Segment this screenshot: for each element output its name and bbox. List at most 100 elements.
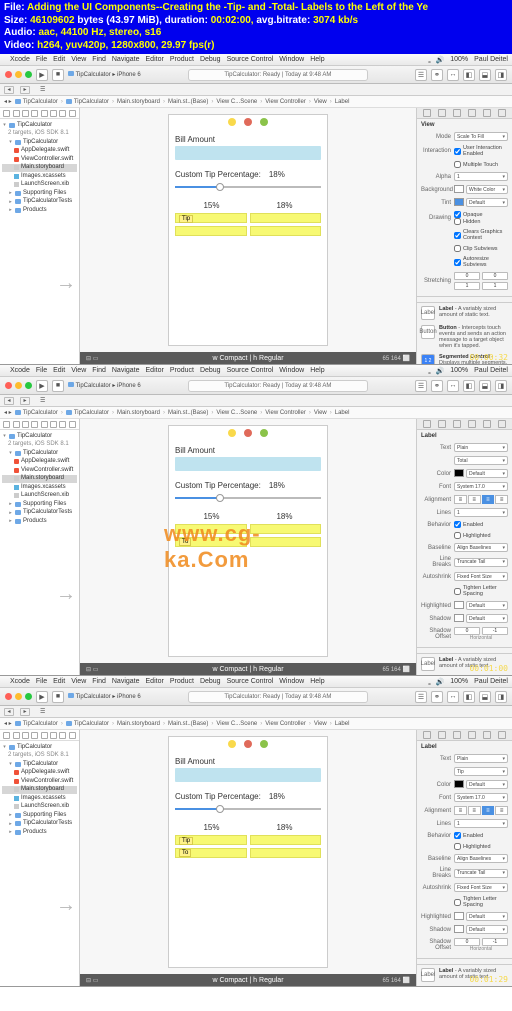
menu-view[interactable]: View (71, 367, 86, 374)
menu-debug[interactable]: Debug (200, 367, 221, 374)
tip-slider-thumb[interactable] (216, 805, 224, 813)
tab-outline[interactable]: ☰ (36, 395, 49, 406)
run-button[interactable]: ▶ (36, 69, 48, 81)
menu-edit[interactable]: Edit (53, 678, 65, 685)
interface-builder-canvas[interactable]: → Bill Amount Custom Tip Percentage: 18% (80, 108, 416, 364)
tip-tag-label[interactable]: Tip (179, 215, 193, 223)
menu-window[interactable]: Window (279, 367, 304, 374)
menu-window[interactable]: Window (279, 56, 304, 63)
bill-amount-field[interactable] (175, 768, 321, 782)
breadcrumb[interactable]: ◂ ▸ TipCalculator› TipCalculator› Main.s… (0, 96, 512, 108)
menu-file[interactable]: File (36, 367, 47, 374)
text-style-select[interactable]: Plain (454, 443, 508, 452)
text-value-field[interactable]: Tip (454, 767, 508, 776)
editor-standard-button[interactable]: ☰ (415, 380, 427, 392)
bill-amount-field[interactable] (175, 457, 321, 471)
alignment-control[interactable]: ≡≡≡≡ (454, 495, 508, 504)
inspector-panel[interactable]: Label TextPlain Total ColorDefault FontS… (416, 419, 512, 675)
window-controls[interactable] (5, 382, 32, 389)
menu-help[interactable]: Help (310, 678, 324, 685)
scheme-select[interactable]: TipCalculator ▸ iPhone 6 (68, 693, 141, 700)
nav-fwd-button[interactable]: ▸ (20, 86, 30, 94)
inspector-selector[interactable] (417, 108, 512, 119)
inspector-selector[interactable] (417, 419, 512, 430)
project-navigator[interactable]: ▾TipCalculator 2 targets, iOS SDK 8.1 ▾T… (0, 419, 80, 675)
menu-xcode[interactable]: Xcode (10, 367, 30, 374)
nav-back-button[interactable]: ◂ (4, 397, 14, 405)
editor-standard-button[interactable]: ☰ (415, 691, 427, 703)
menu-help[interactable]: Help (310, 367, 324, 374)
text-style-select[interactable]: Plain (454, 754, 508, 763)
editor-assist-button[interactable]: ⚭ (431, 69, 443, 81)
tip-label-18[interactable] (250, 835, 322, 845)
color-swatch[interactable] (454, 469, 464, 477)
pane-left-button[interactable]: ◧ (463, 691, 475, 703)
menu-help[interactable]: Help (310, 56, 324, 63)
tip-label-15[interactable] (175, 524, 247, 534)
breadcrumb[interactable]: ◂ ▸ TipCalculator› TipCalculator› Main.s… (0, 718, 512, 730)
pane-left-button[interactable]: ◧ (463, 69, 475, 81)
menu-find[interactable]: Find (92, 678, 106, 685)
interface-builder-canvas[interactable]: → Bill Amount Custom Tip Percentage: 18% (80, 730, 416, 986)
menu-navigate[interactable]: Navigate (112, 367, 140, 374)
menu-sc[interactable]: Source Control (227, 678, 274, 685)
nav-fwd-button[interactable]: ▸ (20, 708, 30, 716)
menu-xcode[interactable]: Xcode (10, 678, 30, 685)
nav-back-button[interactable]: ◂ (4, 708, 14, 716)
stop-button[interactable]: ■ (52, 380, 64, 392)
tip-label-18[interactable] (250, 524, 322, 534)
breadcrumb[interactable]: ◂ ▸ TipCalculator› TipCalculator› Main.s… (0, 407, 512, 419)
pane-left-button[interactable]: ◧ (463, 380, 475, 392)
window-controls[interactable] (5, 693, 32, 700)
pane-right-button[interactable]: ◨ (495, 69, 507, 81)
menu-editor[interactable]: Editor (146, 367, 164, 374)
menu-product[interactable]: Product (170, 678, 194, 685)
run-button[interactable]: ▶ (36, 691, 48, 703)
menu-navigate[interactable]: Navigate (112, 56, 140, 63)
nav-fwd-button[interactable]: ▸ (20, 397, 30, 405)
pane-right-button[interactable]: ◨ (495, 691, 507, 703)
project-navigator[interactable]: ▾TipCalculator 2 targets, iOS SDK 8.1 ▾T… (0, 730, 80, 986)
device-preview[interactable]: Bill Amount Custom Tip Percentage: 18% 1… (168, 736, 328, 968)
total-label-15[interactable] (175, 226, 247, 236)
constraint-controls[interactable]: 65 164 ⬜ (383, 977, 411, 984)
zoom-controls[interactable]: ⊟ ▭ (86, 355, 98, 362)
tab-outline[interactable]: ☰ (36, 84, 49, 95)
menu-navigate[interactable]: Navigate (112, 678, 140, 685)
editor-standard-button[interactable]: ☰ (415, 69, 427, 81)
tab-outline[interactable]: ☰ (36, 706, 49, 717)
menu-sc[interactable]: Source Control (227, 367, 274, 374)
mode-select[interactable]: Scale To Fill (454, 132, 508, 141)
navigator-selector[interactable] (0, 108, 79, 119)
multitouch-check[interactable] (454, 161, 461, 168)
stop-button[interactable]: ■ (52, 69, 64, 81)
lines-stepper[interactable]: 1 (454, 819, 508, 828)
device-preview[interactable]: Bill Amount Custom Tip Percentage: 18% 1… (168, 114, 328, 346)
menu-file[interactable]: File (36, 56, 47, 63)
menu-edit[interactable]: Edit (53, 367, 65, 374)
menu-xcode[interactable]: Xcode (10, 56, 30, 63)
bill-amount-field[interactable] (175, 146, 321, 160)
pane-right-button[interactable]: ◨ (495, 380, 507, 392)
pane-bottom-button[interactable]: ⬓ (479, 69, 491, 81)
font-select[interactable]: System 17.0 (454, 793, 508, 802)
interface-builder-canvas[interactable]: → Bill Amount Custom Tip Percentage: 18% (80, 419, 416, 675)
nav-back-button[interactable]: ◂ (4, 86, 14, 94)
tint-swatch[interactable] (454, 198, 464, 206)
scheme-select[interactable]: TipCalculator ▸ iPhone 6 (68, 71, 141, 78)
inspector-panel[interactable]: Label TextPlain Tip ColorDefault FontSys… (416, 730, 512, 986)
pane-bottom-button[interactable]: ⬓ (479, 380, 491, 392)
menu-product[interactable]: Product (170, 367, 194, 374)
window-controls[interactable] (5, 71, 32, 78)
scheme-select[interactable]: TipCalculator ▸ iPhone 6 (68, 382, 141, 389)
inspector-selector[interactable] (417, 730, 512, 741)
menu-file[interactable]: File (36, 678, 47, 685)
menu-view[interactable]: View (71, 56, 86, 63)
navigator-selector[interactable] (0, 419, 79, 430)
editor-version-button[interactable]: ↔ (447, 691, 459, 703)
editor-assist-button[interactable]: ⚭ (431, 380, 443, 392)
menu-debug[interactable]: Debug (200, 56, 221, 63)
tip-tag-label[interactable]: To (179, 849, 191, 857)
tip-tag-label[interactable]: To (179, 538, 191, 546)
lines-stepper[interactable]: 1 (454, 508, 508, 517)
